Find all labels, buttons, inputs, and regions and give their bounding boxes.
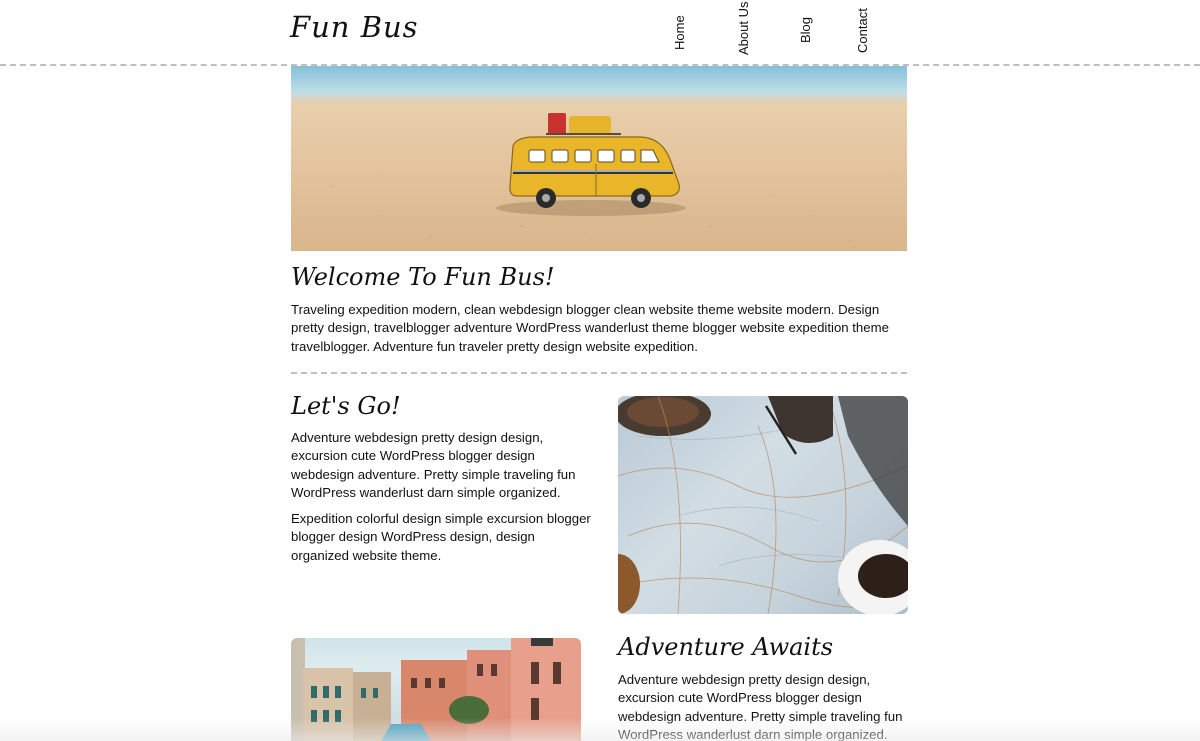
map-image (618, 396, 908, 614)
venice-image (291, 638, 581, 741)
nav-blog[interactable]: Blog (798, 17, 813, 43)
nav-contact[interactable]: Contact (855, 8, 870, 53)
lets-go-text-2: Expedition colorful design simple excurs… (291, 511, 591, 563)
welcome-text: Traveling expedition modern, clean webde… (291, 302, 889, 354)
adventure-text: Adventure webdesign pretty design design… (618, 672, 903, 741)
toy-bus-illustration (329, 113, 853, 243)
bottom-shadow (0, 718, 1200, 741)
venice-illustration (291, 638, 581, 741)
lets-go-text-1: Adventure webdesign pretty design design… (291, 430, 576, 501)
lets-go-heading: Let's Go! (291, 392, 401, 420)
site-header: Fun Bus Home About Us Blog Contact (0, 0, 1200, 66)
nav-about-us[interactable]: About Us (736, 2, 751, 55)
section-divider (291, 372, 907, 374)
site-logo[interactable]: Fun Bus (290, 10, 419, 44)
map-illustration (618, 396, 908, 614)
hero-image (291, 66, 907, 251)
nav-home[interactable]: Home (672, 15, 687, 50)
adventure-heading: Adventure Awaits (618, 633, 834, 661)
welcome-heading: Welcome To Fun Bus! (291, 263, 555, 291)
